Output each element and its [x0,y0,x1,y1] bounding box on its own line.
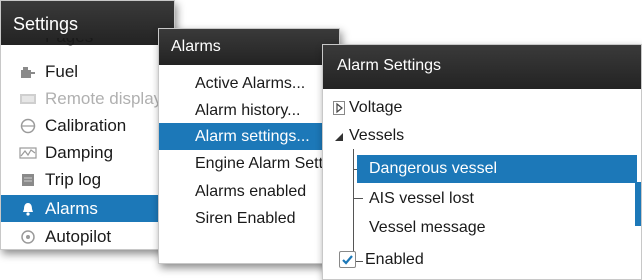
settings-item-label: Calibration [45,115,127,135]
tree-connector [353,198,363,199]
tree-item-voltage[interactable]: Voltage [349,94,402,122]
alarms-item-engine-alarm-settings[interactable]: Engine Alarm Settings [159,150,339,177]
alarms-panel: Alarms Active Alarms... Alarm history...… [158,28,340,264]
alarms-item-alarm-history[interactable]: Alarm history... [159,97,339,124]
tree-item-dangerous-vessel[interactable]: Dangerous vessel [357,155,637,183]
remote-display-icon [17,93,39,105]
settings-item-label: Alarms [45,198,98,218]
bell-icon [17,201,39,217]
damping-icon [17,146,39,159]
settings-item-label: Pages [45,38,93,47]
settings-item-damping[interactable]: Damping [1,139,174,166]
alarms-item-alarm-settings[interactable]: Alarm settings... [159,123,339,150]
settings-title: Settings [13,14,79,34]
alarms-item-siren-enabled[interactable]: Siren Enabled [159,205,339,232]
settings-item-autopilot[interactable]: Autopilot [1,223,174,249]
autopilot-icon [17,229,39,245]
tree-connector [353,149,354,261]
settings-item-label: Fuel [45,61,79,81]
settings-item-label: Damping [45,142,114,162]
alarm-settings-titlebar: Alarm Settings [323,45,641,89]
alarms-item-alarms-enabled[interactable]: Alarms enabled [159,178,339,205]
enabled-checkbox[interactable] [339,251,356,268]
alarm-settings-panel: Alarm Settings Voltage Vessels Dangerous… [322,44,642,280]
settings-item-calibration[interactable]: Calibration [1,112,174,139]
alarm-settings-title: Alarm Settings [337,57,442,74]
enabled-label: Enabled [365,251,424,268]
calibration-icon [17,118,39,134]
settings-item-label: Remote display [45,88,163,108]
settings-item-trip-log[interactable]: Trip log [1,166,174,193]
settings-item-pages[interactable]: Pages [1,38,174,50]
expand-arrow-icon[interactable] [333,101,345,120]
alarms-titlebar: Alarms [159,29,339,65]
alarms-item-active-alarms[interactable]: Active Alarms... [159,70,339,97]
fuel-icon [17,65,39,79]
tree-item-ais-vessel-lost[interactable]: AIS vessel lost [369,185,474,213]
tree-item-vessel-message[interactable]: Vessel message [369,214,486,242]
trip-log-icon [17,173,39,187]
scrollbar-thumb[interactable] [635,182,641,226]
collapse-arrow-icon[interactable] [333,130,345,148]
settings-panel: Settings Pages Fuel Remote display Calib… [0,0,175,250]
tree-item-vessels[interactable]: Vessels [349,122,404,150]
settings-item-alarms[interactable]: Alarms [1,195,174,222]
settings-item-label: Trip log [45,169,102,189]
checkmark-icon [342,255,353,265]
settings-item-fuel[interactable]: Fuel [1,58,174,85]
alarms-title: Alarms [171,38,221,55]
settings-item-label: Autopilot [45,226,112,246]
settings-item-remote-display[interactable]: Remote display [1,85,174,112]
